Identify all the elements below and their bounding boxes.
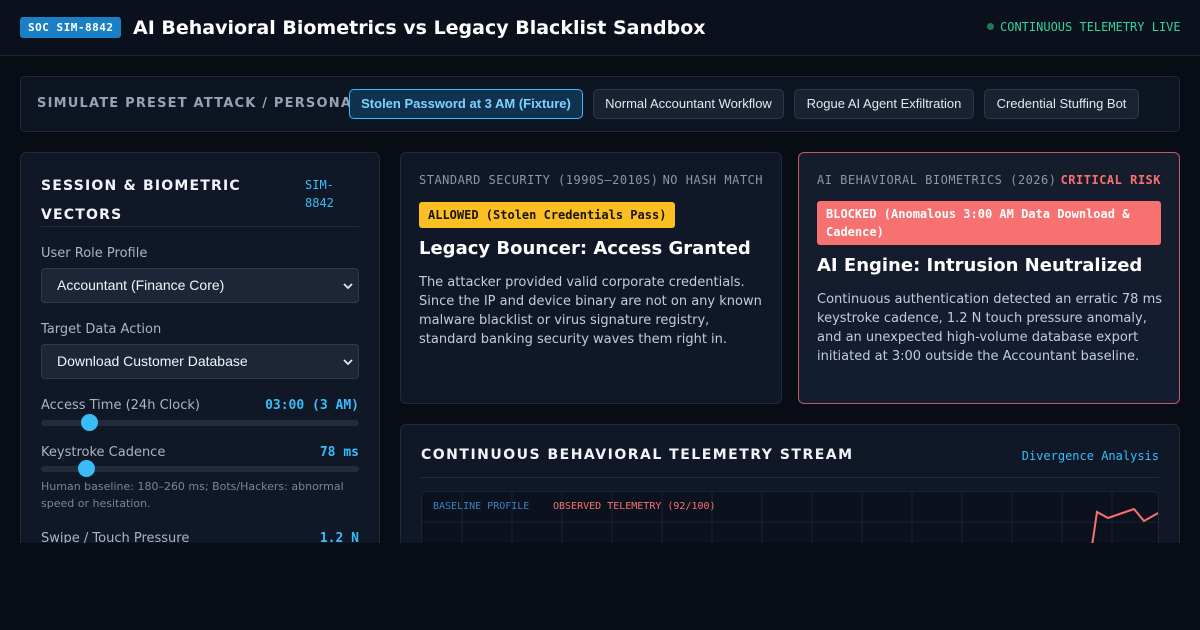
- legacy-flag: NO HASH MATCH: [662, 173, 763, 187]
- keystroke-label: Keystroke Cadence: [41, 445, 166, 460]
- live-status-dot-icon: [987, 23, 994, 30]
- access-time-label: Access Time (24h Clock): [41, 398, 200, 413]
- ai-flag: CRITICAL RISK: [1060, 173, 1161, 187]
- live-status-text: CONTINUOUS TELEMETRY LIVE: [1000, 20, 1181, 34]
- keystroke-value: 78 ms: [319, 445, 359, 460]
- blocked-badge: BLOCKED (Anomalous 3:00 AM Data Download…: [817, 201, 1161, 245]
- role-select-value: Accountant (Finance Core): [57, 277, 225, 293]
- allowed-badge: ALLOWED (Stolen Credentials Pass): [419, 202, 676, 228]
- legacy-heading: Legacy Bouncer: Access Granted: [419, 238, 751, 259]
- access-time-slider[interactable]: [41, 414, 359, 431]
- legend-baseline: BASELINE PROFILE: [433, 501, 530, 512]
- ai-eyebrow: AI BEHAVIORAL BIOMETRICS (2026): [817, 173, 1057, 187]
- legacy-body: The attacker provided valid corporate cr…: [419, 275, 762, 347]
- access-time-slider-thumb[interactable]: [80, 414, 98, 431]
- legacy-security-card: STANDARD SECURITY (1990S–2010S) NO HASH …: [400, 152, 782, 404]
- session-id: SIM-8842: [305, 178, 334, 210]
- divergence-analysis-link[interactable]: Divergence Analysis: [1022, 449, 1159, 464]
- role-label: User Role Profile: [41, 246, 148, 261]
- ai-heading: AI Engine: Intrusion Neutralized: [817, 255, 1143, 276]
- viewport-fold: [0, 543, 1200, 630]
- preset-normal-accountant-button[interactable]: Normal Accountant Workflow: [593, 89, 784, 119]
- chevron-down-icon: [343, 359, 353, 366]
- preset-bar: SIMULATE PRESET ATTACK / PERSONA: Stolen…: [20, 76, 1180, 132]
- access-time-value: 03:00 (3 AM): [265, 398, 359, 413]
- preset-label: SIMULATE PRESET ATTACK / PERSONA:: [37, 96, 359, 111]
- keystroke-slider[interactable]: [41, 460, 359, 477]
- telemetry-title: CONTINUOUS BEHAVIORAL TELEMETRY STREAM: [421, 447, 854, 463]
- legend-observed: OBSERVED TELEMETRY (92/100): [553, 501, 716, 512]
- preset-stolen-password-button[interactable]: Stolen Password at 3 AM (Fixture): [349, 89, 583, 119]
- keystroke-hint: Human baseline: 180–260 ms; Bots/Hackers…: [41, 480, 344, 510]
- page-title: AI Behavioral Biometrics vs Legacy Black…: [133, 17, 706, 39]
- action-select[interactable]: Download Customer Database: [41, 344, 359, 379]
- session-title: SESSION & BIOMETRIC VECTORS: [41, 178, 241, 223]
- ai-biometrics-card: AI BEHAVIORAL BIOMETRICS (2026) CRITICAL…: [798, 152, 1180, 404]
- sim-badge: SOC SIM-8842: [20, 17, 122, 38]
- telemetry-divider: [421, 477, 1159, 478]
- keystroke-slider-thumb[interactable]: [77, 460, 95, 477]
- action-label: Target Data Action: [41, 322, 162, 337]
- chevron-down-icon: [343, 283, 353, 290]
- session-divider: [41, 226, 359, 227]
- legacy-eyebrow: STANDARD SECURITY (1990S–2010S): [419, 173, 659, 187]
- top-bar: SOC SIM-8842 AI Behavioral Biometrics vs…: [0, 0, 1200, 56]
- action-select-value: Download Customer Database: [57, 353, 248, 369]
- preset-credential-stuffing-button[interactable]: Credential Stuffing Bot: [984, 89, 1139, 119]
- observed-telemetry-line: [1091, 507, 1158, 547]
- session-panel: SESSION & BIOMETRIC VECTORS SIM-8842 Use…: [20, 152, 380, 572]
- preset-rogue-ai-button[interactable]: Rogue AI Agent Exfiltration: [794, 89, 974, 119]
- ai-body: Continuous authentication detected an er…: [817, 292, 1163, 364]
- role-select[interactable]: Accountant (Finance Core): [41, 268, 359, 303]
